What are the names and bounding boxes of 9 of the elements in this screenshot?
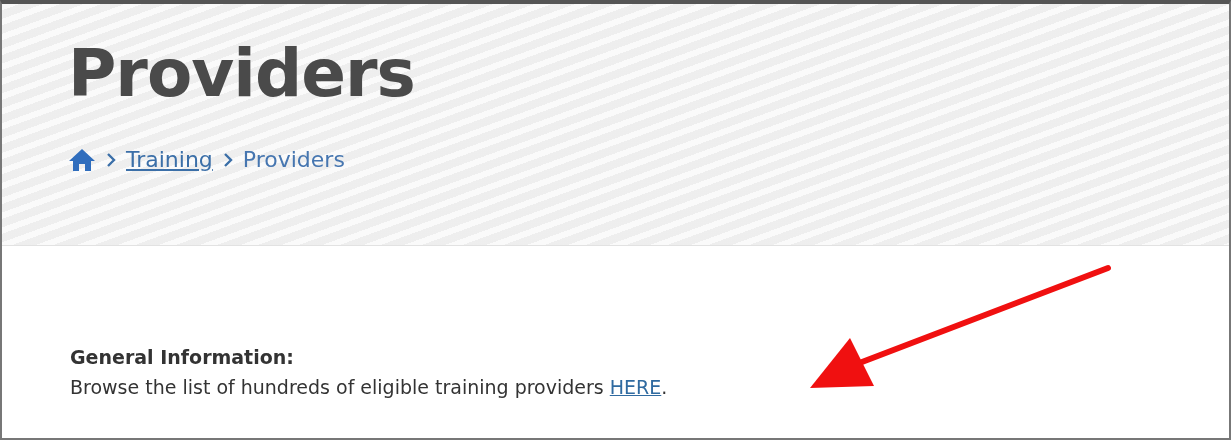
home-icon[interactable]	[68, 147, 96, 172]
here-link[interactable]: HERE	[609, 376, 662, 398]
section-heading: General Information:	[70, 346, 294, 368]
breadcrumb-link[interactable]: Training	[126, 147, 213, 173]
chevron-icon	[222, 151, 233, 168]
chevron-icon	[106, 151, 116, 168]
info-sentence: Browse the list of hundreds of eligible training providers HERE.	[70, 376, 668, 398]
breadcrumb-current: Providers	[242, 147, 345, 173]
page-title: Providers	[68, 34, 415, 114]
